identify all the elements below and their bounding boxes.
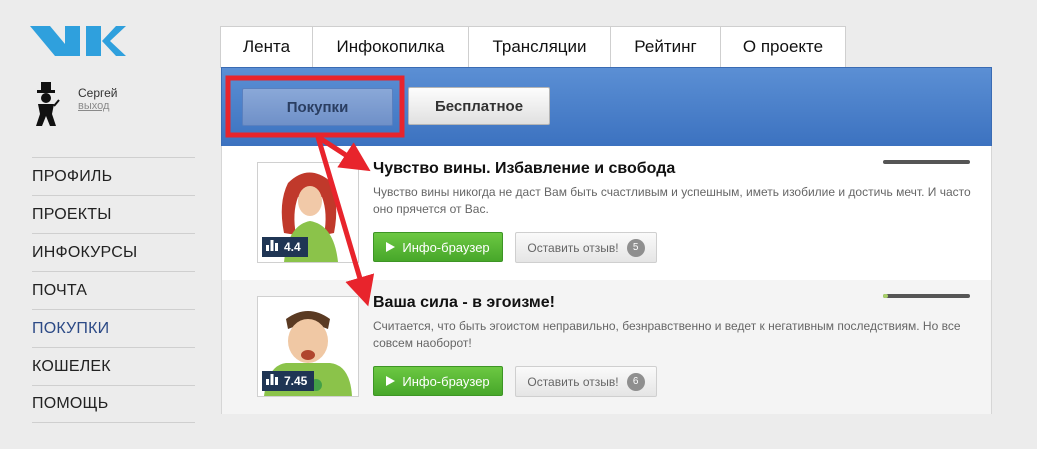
free-filter-button[interactable]: Бесплатное <box>408 87 550 125</box>
gentleman-avatar-icon <box>32 82 60 126</box>
bar-chart-icon <box>266 374 278 388</box>
leave-review-label: Оставить отзыв! <box>527 240 619 255</box>
play-icon <box>386 374 396 389</box>
bar-chart-icon <box>266 240 278 254</box>
tab-broadcasts[interactable]: Трансляции <box>468 26 610 68</box>
user-name: Сергей <box>78 86 118 100</box>
tab-rating[interactable]: Рейтинг <box>610 26 720 68</box>
product-thumbnail[interactable]: 4.4 <box>257 162 359 263</box>
product-description: Чувство вины никогда не даст Вам быть сч… <box>373 185 971 216</box>
user-block: Сергей выход <box>32 82 162 132</box>
review-count-badge: 5 <box>626 238 645 257</box>
leave-review-button[interactable]: Оставить отзыв! 6 <box>515 366 657 397</box>
rating-badge: 7.45 <box>262 371 315 391</box>
purchases-filter-button[interactable]: Покупки <box>242 88 393 126</box>
info-browser-label: Инфо-браузер <box>402 239 490 255</box>
side-nav: ПРОФИЛЬ ПРОЕКТЫ ИНФОКУРСЫ ПОЧТА ПОКУПКИ … <box>32 157 195 423</box>
sidebar-item-projects[interactable]: ПРОЕКТЫ <box>32 195 195 233</box>
product-thumbnail[interactable]: 7.45 <box>257 296 359 397</box>
info-browser-button[interactable]: Инфо-браузер <box>373 366 503 396</box>
logout-link[interactable]: выход <box>78 100 109 112</box>
play-icon <box>386 240 396 255</box>
review-count-badge: 6 <box>626 372 645 391</box>
list-item: 7.45 Ваша сила - в эгоизме! Считается, ч… <box>222 280 991 414</box>
info-browser-label: Инфо-браузер <box>402 373 490 389</box>
progress-bar <box>883 160 970 164</box>
product-title[interactable]: Ваша сила - в эгоизме! <box>373 294 555 312</box>
tab-infokopilka[interactable]: Инфокопилка <box>312 26 468 68</box>
sidebar-item-wallet[interactable]: КОШЕЛЕК <box>32 347 195 385</box>
progress-fill <box>883 294 889 298</box>
rating-value: 4.4 <box>284 240 301 254</box>
tab-about[interactable]: О проекте <box>720 26 846 68</box>
sidebar-item-infocourses[interactable]: ИНФОКУРСЫ <box>32 233 195 271</box>
list-item: 4.4 Чувство вины. Избавление и свобода Ч… <box>222 146 991 280</box>
leave-review-button[interactable]: Оставить отзыв! 5 <box>515 232 657 263</box>
rating-value: 7.45 <box>284 374 308 388</box>
product-description: Считается, что быть эгоистом неправильно… <box>373 319 961 350</box>
progress-bar <box>883 294 970 298</box>
rating-badge: 4.4 <box>262 237 308 257</box>
filter-banner: Покупки Бесплатное <box>221 67 992 147</box>
ik-logo[interactable] <box>30 24 126 58</box>
purchases-list: 4.4 Чувство вины. Избавление и свобода Ч… <box>221 146 992 414</box>
leave-review-label: Оставить отзыв! <box>527 374 619 389</box>
sidebar-item-mail[interactable]: ПОЧТА <box>32 271 195 309</box>
sidebar-item-profile[interactable]: ПРОФИЛЬ <box>32 157 195 195</box>
sidebar-item-purchases[interactable]: ПОКУПКИ <box>32 309 195 347</box>
info-browser-button[interactable]: Инфо-браузер <box>373 232 503 262</box>
sidebar-item-help[interactable]: ПОМОЩЬ <box>32 385 195 423</box>
product-title[interactable]: Чувство вины. Избавление и свобода <box>373 160 675 178</box>
top-tabs: Лента Инфокопилка Трансляции Рейтинг О п… <box>220 26 846 68</box>
tab-feed[interactable]: Лента <box>220 26 312 68</box>
